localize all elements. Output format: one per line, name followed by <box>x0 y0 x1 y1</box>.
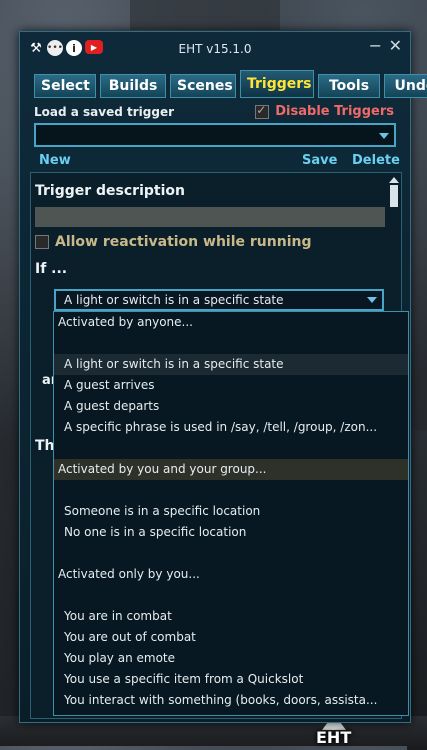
trigger-description-label: Trigger description <box>35 183 185 199</box>
background-arch <box>130 0 280 30</box>
if-label: If ... <box>35 261 68 277</box>
option-guest-departs[interactable]: A guest departs <box>54 396 408 417</box>
tab-triggers[interactable]: Triggers <box>240 70 314 98</box>
chevron-down-icon <box>379 133 389 139</box>
tab-builds[interactable]: Builds <box>100 74 166 98</box>
trigger-description-input[interactable] <box>35 207 385 227</box>
disable-triggers-toggle[interactable]: Disable Triggers <box>255 103 394 119</box>
delete-button[interactable]: Delete <box>352 153 400 168</box>
condition-select[interactable]: A light or switch is in a specific state <box>54 289 384 311</box>
option-no-one-in-location[interactable]: No one is in a specific location <box>54 522 408 543</box>
window-title: EHT v15.1.0 <box>178 42 252 56</box>
option-phrase-used[interactable]: A specific phrase is used in /say, /tell… <box>54 417 408 438</box>
tab-select[interactable]: Select <box>34 74 96 98</box>
tab-scenes[interactable]: Scenes <box>170 74 236 98</box>
scroll-up-icon[interactable] <box>389 177 399 183</box>
disable-triggers-checkbox[interactable] <box>255 103 270 119</box>
scrollbar[interactable] <box>389 177 399 237</box>
tab-undo[interactable]: Undo <box>384 74 427 98</box>
group-header-you-and-group: Activated by you and your group... <box>54 459 408 480</box>
scroll-thumb[interactable] <box>390 185 398 207</box>
chevron-down-icon <box>367 297 377 303</box>
tab-tools[interactable]: Tools <box>318 74 380 98</box>
saved-trigger-select[interactable] <box>34 123 396 147</box>
option-guest-arrives[interactable]: A guest arrives <box>54 375 408 396</box>
allow-reactivation-checkbox[interactable] <box>35 235 49 249</box>
option-interact-with-something[interactable]: You interact with something (books, door… <box>54 690 408 711</box>
minimize-button[interactable]: − <box>369 36 382 55</box>
allow-reactivation-label: Allow reactivation while running <box>55 234 312 250</box>
condition-value: A light or switch is in a specific state <box>64 293 284 307</box>
option-light-switch[interactable]: A light or switch is in a specific state <box>54 354 408 375</box>
option-someone-in-location[interactable]: Someone is in a specific location <box>54 501 408 522</box>
group-header-anyone: Activated by anyone... <box>58 315 193 329</box>
option-in-combat[interactable]: You are in combat <box>54 606 408 627</box>
new-button[interactable]: New <box>39 153 71 168</box>
then-label-partial: Th <box>35 438 55 454</box>
load-trigger-label: Load a saved trigger <box>34 105 175 119</box>
option-out-of-combat[interactable]: You are out of combat <box>54 627 408 648</box>
tab-bar: Select Builds Scenes Triggers Tools Undo <box>34 70 427 98</box>
close-button[interactable]: ✕ <box>389 36 402 55</box>
save-button[interactable]: Save <box>302 153 337 168</box>
title-bar: ⚒ ••• i ▶ EHT v15.1.0 − ✕ <box>20 32 410 64</box>
emblem-text: EHT <box>316 728 352 747</box>
option-use-quickslot-item[interactable]: You use a specific item from a Quickslot <box>54 669 408 690</box>
group-header-only-you: Activated only by you... <box>58 567 200 581</box>
disable-triggers-label: Disable Triggers <box>275 104 394 119</box>
condition-dropdown-list: Activated by anyone... A light or switch… <box>53 311 409 716</box>
allow-reactivation-toggle[interactable]: Allow reactivation while running <box>35 234 311 250</box>
option-play-emote[interactable]: You play an emote <box>54 648 408 669</box>
